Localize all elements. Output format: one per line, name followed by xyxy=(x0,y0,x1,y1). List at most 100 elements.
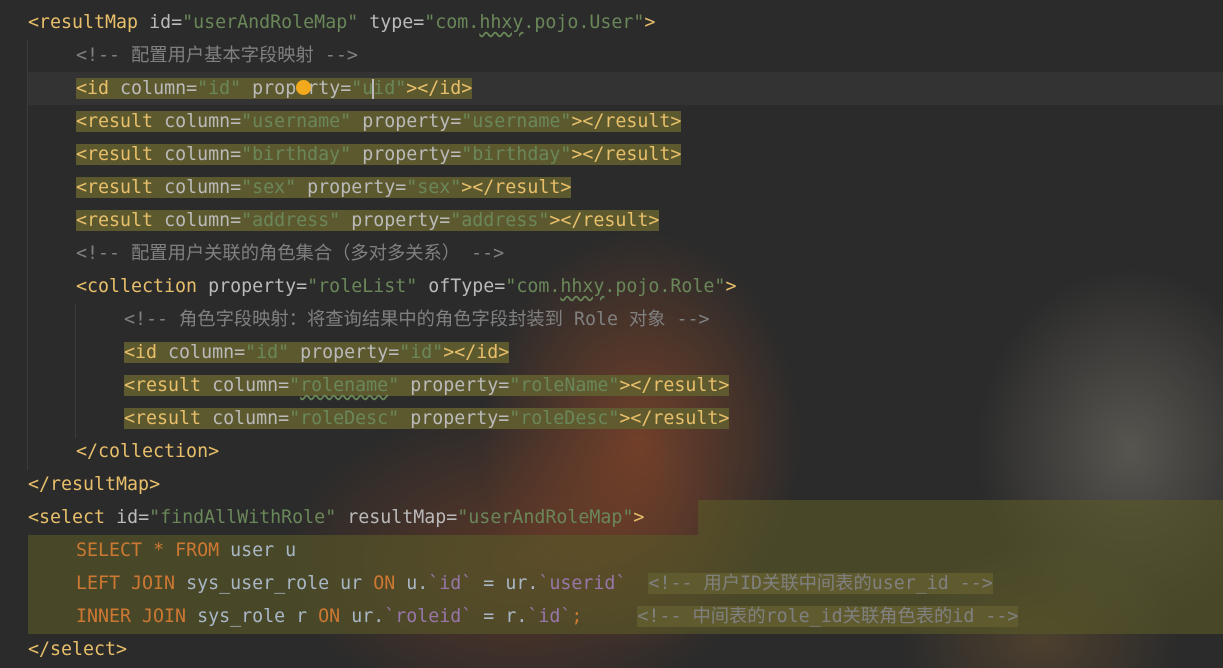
code-line[interactable]: <result column="username" property="user… xyxy=(76,105,682,138)
equals-sign: = xyxy=(388,342,400,363)
typo-underlined-word: rolename xyxy=(300,375,389,396)
xml-value: "findAllWithRole" xyxy=(149,507,337,528)
xml-attribute: column xyxy=(164,111,231,132)
xml-tag: <result xyxy=(76,177,154,198)
xml-value: "roleList" xyxy=(307,276,418,297)
code-line[interactable]: <result column="roleDesc" property="role… xyxy=(124,402,730,435)
code-line[interactable]: <result column="address" property="addre… xyxy=(76,204,660,237)
typo-underlined-word: hhxy xyxy=(560,276,605,297)
xml-tag: <id xyxy=(124,342,158,363)
sql-identifier: ur. xyxy=(505,573,539,594)
sql-identifier: ur. xyxy=(351,606,385,627)
xml-attribute: id xyxy=(116,507,139,528)
intention-bulb-icon[interactable] xyxy=(296,80,311,95)
code-line[interactable]: <!-- 配置用户基本字段映射 --> xyxy=(76,39,358,72)
code-line[interactable]: <!-- 配置用户关联的角色集合（多对多关系） --> xyxy=(76,237,504,270)
sql-keyword: ON xyxy=(318,606,341,627)
xml-tag: <id xyxy=(76,78,110,99)
xml-tag: <result xyxy=(124,408,202,429)
code-line[interactable]: <resultMap id="userAndRoleMap" type="com… xyxy=(28,6,655,39)
equals-sign: = xyxy=(138,507,150,528)
sql-identifier: r. xyxy=(505,606,528,627)
equals-sign: = xyxy=(230,111,242,132)
sql-operator: = xyxy=(483,573,495,594)
code-line[interactable]: LEFT JOIN sys_user_role ur ON u.`id` = u… xyxy=(76,567,993,600)
selection-highlight xyxy=(698,500,1223,535)
equals-sign: = xyxy=(413,12,425,33)
xml-tag: ></result> xyxy=(549,210,660,231)
xml-attribute: property xyxy=(410,408,499,429)
xml-attribute: column xyxy=(212,408,279,429)
xml-attribute: column xyxy=(164,144,231,165)
xml-value: "id" xyxy=(399,342,444,363)
code-line[interactable]: SELECT * FROM user u xyxy=(76,534,296,567)
xml-tag: <select xyxy=(28,507,106,528)
xml-tag: ></result> xyxy=(619,408,730,429)
sql-identifier: sys_role r xyxy=(197,606,308,627)
xml-attribute: property xyxy=(362,111,451,132)
xml-value: id" xyxy=(373,78,407,99)
sql-keyword: ON xyxy=(373,573,396,594)
sql-identifier: u. xyxy=(406,573,429,594)
xml-attribute: property xyxy=(351,210,440,231)
equals-sign: = xyxy=(296,276,308,297)
xml-value: .pojo.User" xyxy=(523,12,645,33)
xml-comment: <!-- 配置用户基本字段映射 --> xyxy=(76,45,358,66)
xml-value: "address" xyxy=(450,210,550,231)
xml-attribute: property xyxy=(300,342,389,363)
xml-value: "sex" xyxy=(241,177,297,198)
xml-value: "birthday" xyxy=(461,144,572,165)
xml-tag: <result xyxy=(76,111,154,132)
xml-value: "address" xyxy=(241,210,341,231)
code-line[interactable]: </select> xyxy=(28,633,127,666)
xml-value: "id" xyxy=(197,78,242,99)
sql-identifier: sys_user_role ur xyxy=(186,573,363,594)
current-code-line[interactable]: <id column="id" property="uid"></id> xyxy=(28,72,1223,105)
code-line[interactable]: INNER JOIN sys_role r ON ur.`roleid` = r… xyxy=(76,600,1019,633)
equals-sign: = xyxy=(234,342,246,363)
xml-tag: ></result> xyxy=(619,375,730,396)
code-line[interactable]: <!-- 角色字段映射：将查询结果中的角色字段封装到 Role 对象 --> xyxy=(124,303,710,336)
equals-sign: = xyxy=(230,177,242,198)
xml-tag: > xyxy=(725,276,737,297)
xml-value: " xyxy=(388,375,400,396)
equals-sign: = xyxy=(171,12,183,33)
code-editor[interactable]: <resultMap id="userAndRoleMap" type="com… xyxy=(0,0,1223,668)
xml-tag: <collection xyxy=(76,276,198,297)
code-line[interactable]: </resultMap> xyxy=(28,468,160,501)
code-line[interactable]: <result column="sex" property="sex"></re… xyxy=(76,171,572,204)
xml-attribute: column xyxy=(212,375,279,396)
equals-sign: = xyxy=(278,408,290,429)
code-line[interactable]: </collection> xyxy=(76,435,219,468)
sql-keyword: SELECT xyxy=(76,540,143,561)
equals-sign: = xyxy=(450,144,462,165)
code-line[interactable]: <select id="findAllWithRole" resultMap="… xyxy=(28,501,644,534)
xml-attribute: perty xyxy=(285,78,341,99)
code-line[interactable]: <result column="rolename" property="role… xyxy=(124,369,730,402)
sql-column: `id` xyxy=(428,573,473,594)
xml-attribute: column xyxy=(164,210,231,231)
xml-tag: </collection> xyxy=(76,441,220,462)
xml-attribute: property xyxy=(410,375,499,396)
xml-tag: > xyxy=(633,507,645,528)
xml-comment: <!-- 中间表的role_id关联角色表的id --> xyxy=(637,606,1019,627)
code-line[interactable]: <collection property="roleList" ofType="… xyxy=(76,270,736,303)
xml-value: "birthday" xyxy=(241,144,352,165)
xml-attribute: property xyxy=(362,144,451,165)
sql-keyword: LEFT JOIN xyxy=(76,573,176,594)
code-line[interactable]: <result column="birthday" property="birt… xyxy=(76,138,682,171)
xml-attribute: column xyxy=(120,78,187,99)
xml-attribute: resultMap xyxy=(347,507,447,528)
xml-tag: </resultMap> xyxy=(28,474,161,495)
xml-value: "username" xyxy=(461,111,572,132)
equals-sign: = xyxy=(230,144,242,165)
xml-tag: ></id> xyxy=(406,78,473,99)
sql-column: `id` xyxy=(527,606,572,627)
xml-comment: <!-- 用户ID关联中间表的user_id --> xyxy=(648,573,993,594)
typo-underlined-word: hhxy xyxy=(479,12,524,33)
xml-tag: <result xyxy=(76,144,154,165)
xml-tag: </select> xyxy=(28,639,128,660)
sql-keyword: FROM xyxy=(175,540,220,561)
equals-sign: = xyxy=(395,177,407,198)
code-line[interactable]: <id column="id" property="id"></id> xyxy=(124,336,510,369)
